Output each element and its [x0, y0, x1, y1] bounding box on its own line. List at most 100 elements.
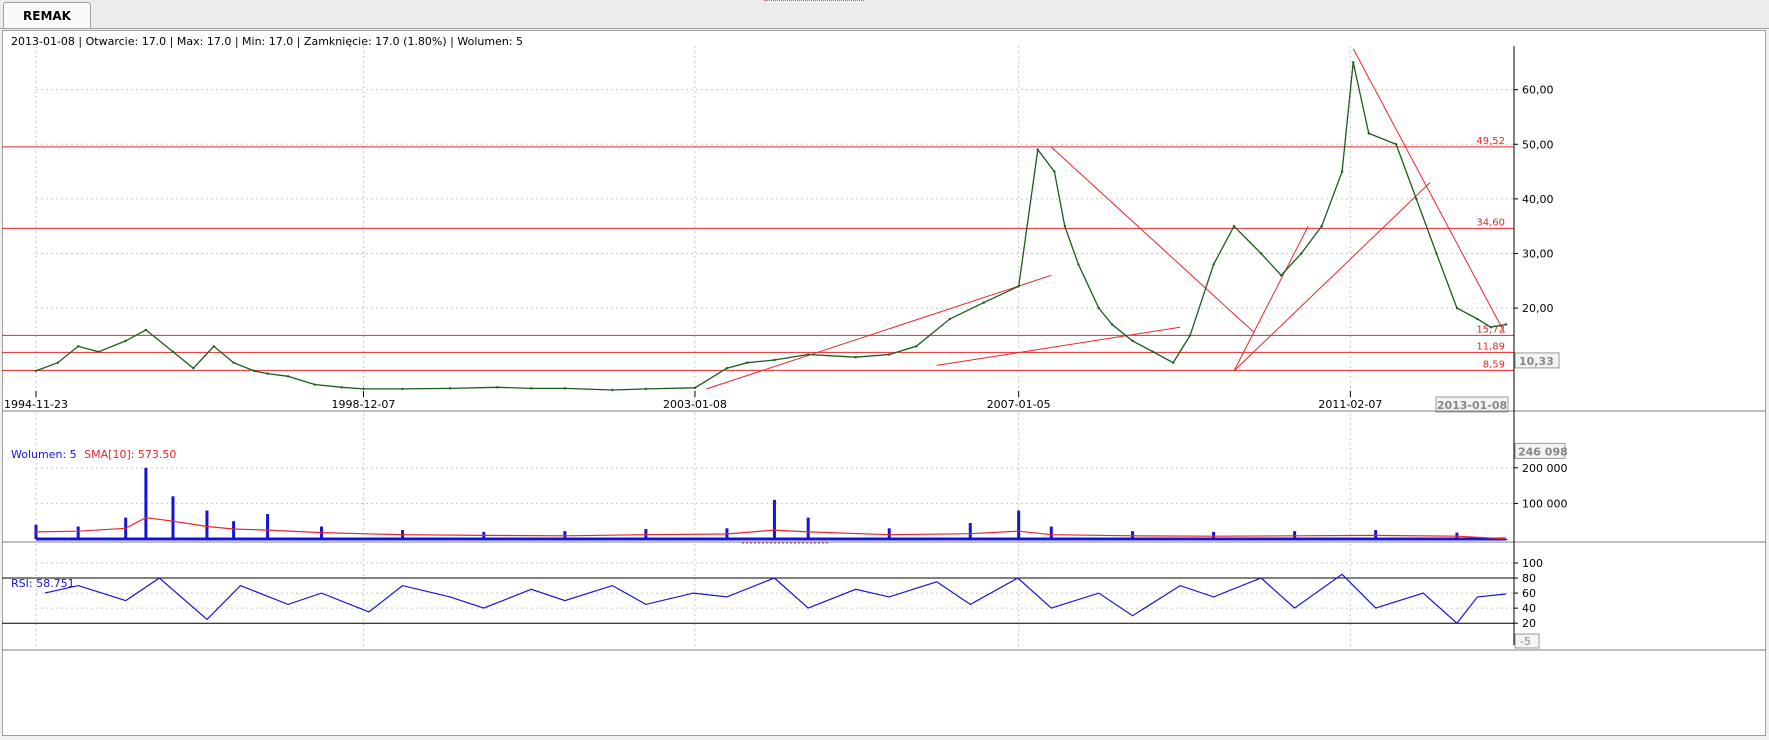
- volume-bar: [1293, 531, 1297, 539]
- price-point: [746, 361, 749, 364]
- price-y-tick-label: 20,00: [1522, 302, 1554, 315]
- price-y-tick-label: 40,00: [1522, 193, 1554, 206]
- volume-bar: [76, 526, 80, 539]
- volume-legend: Wolumen: 5 SMA[10]: 573.50: [11, 448, 176, 461]
- price-y-tick-label: 60,00: [1522, 84, 1554, 97]
- price-y-tick-label: 50,00: [1522, 138, 1554, 151]
- price-point: [56, 361, 59, 364]
- volume-current-value: 246 098: [1518, 445, 1568, 458]
- price-x-current-value: 2013-01-08: [1437, 399, 1507, 412]
- price-point: [1435, 252, 1438, 255]
- volume-bar: [232, 521, 236, 539]
- price-point: [232, 361, 235, 364]
- price-point: [1110, 323, 1114, 326]
- rsi-current-value: -5: [1520, 635, 1531, 648]
- volume-y-tick-label: 200 000: [1522, 462, 1568, 475]
- price-point: [1053, 170, 1056, 173]
- volume-bar: [644, 529, 648, 539]
- price-point: [1352, 61, 1355, 64]
- rsi-y-tick-label: 40: [1522, 602, 1536, 615]
- price-x-tick-label: 1998-12-07: [332, 398, 396, 411]
- price-point: [1455, 306, 1459, 310]
- price-point: [266, 372, 269, 375]
- price-point: [1340, 170, 1344, 173]
- stock-chart[interactable]: 49,5234,6015,7211,898,59 60,0050,0040,00…: [2, 30, 1766, 736]
- price-point: [1171, 361, 1175, 364]
- price-point: [1063, 224, 1067, 228]
- price-point: [144, 328, 148, 332]
- price-point: [915, 345, 918, 348]
- price-point: [286, 375, 290, 378]
- price-level-label: 11,89: [1476, 341, 1505, 352]
- volume-bar: [772, 499, 776, 539]
- price-point: [948, 317, 952, 321]
- price-current-value: 10,33: [1519, 355, 1554, 368]
- price-point: [1367, 132, 1370, 135]
- price-point: [362, 387, 365, 391]
- volume-bar: [968, 522, 972, 539]
- volume-bar: [144, 467, 148, 539]
- divider: [764, 0, 864, 1]
- volume-bar: [205, 510, 209, 539]
- price-point: [1077, 263, 1080, 266]
- price-point: [888, 353, 891, 356]
- rsi-y-tick-label: 60: [1522, 587, 1536, 600]
- price-point: [773, 358, 776, 362]
- price-point: [340, 386, 344, 389]
- price-point: [212, 345, 216, 348]
- volume-bar: [887, 528, 891, 539]
- price-point: [192, 366, 195, 370]
- price-point: [1504, 323, 1508, 326]
- price-point: [448, 387, 452, 390]
- price-y-tick-label: 30,00: [1522, 247, 1554, 260]
- price-point: [1232, 224, 1236, 228]
- price-point: [1151, 350, 1155, 353]
- price-point: [1036, 148, 1039, 151]
- price-point: [124, 339, 127, 343]
- price-point: [563, 387, 567, 390]
- price-point: [1131, 339, 1134, 343]
- price-level-label: 34,60: [1476, 217, 1505, 228]
- volume-bar: [1049, 526, 1053, 539]
- volume-bar: [171, 496, 175, 539]
- volume-bar: [1017, 510, 1021, 539]
- tab-bar: REMAK: [0, 0, 1769, 29]
- price-point: [34, 369, 38, 373]
- price-point: [97, 350, 100, 353]
- price-point: [1097, 306, 1101, 310]
- rsi-y-tick-label: 100: [1522, 557, 1543, 570]
- volume-bar: [1212, 531, 1216, 539]
- price-point: [725, 366, 729, 370]
- price-x-tick-label: 2007-01-05: [987, 398, 1051, 411]
- price-point: [313, 383, 316, 386]
- price-info: 2013-01-08 | Otwarcie: 17.0 | Max: 17.0 …: [11, 35, 523, 48]
- price-point: [644, 387, 648, 391]
- tab-remak[interactable]: REMAK: [3, 2, 91, 28]
- price-point: [1320, 224, 1323, 228]
- rsi-y-tick-label: 20: [1522, 617, 1536, 630]
- volume-bar: [266, 514, 270, 539]
- volume-sma-label: SMA[10]: 573.50: [84, 448, 176, 461]
- price-point: [76, 345, 80, 348]
- volume-label: Wolumen: 5: [11, 448, 77, 461]
- price-point: [1017, 285, 1020, 288]
- volume-bar: [1131, 531, 1135, 539]
- price-x-tick-label: 1994-11-23: [4, 398, 68, 411]
- price-level-label: 8,59: [1483, 359, 1505, 370]
- price-point: [1476, 317, 1479, 321]
- price-point: [1259, 252, 1263, 255]
- volume-bar: [1374, 530, 1378, 539]
- rsi-label: RSI: 58.751: [11, 577, 75, 590]
- price-point: [1212, 263, 1215, 266]
- price-point: [982, 301, 986, 304]
- price-point: [401, 387, 404, 391]
- rsi-y-tick-label: 80: [1522, 572, 1536, 585]
- price-point: [1489, 326, 1493, 329]
- price-point: [530, 387, 533, 390]
- price-point: [1394, 143, 1398, 146]
- volume-bar: [806, 517, 810, 539]
- price-point: [496, 386, 499, 389]
- price-point: [854, 356, 857, 359]
- volume-bar: [563, 531, 567, 539]
- price-point: [171, 350, 175, 353]
